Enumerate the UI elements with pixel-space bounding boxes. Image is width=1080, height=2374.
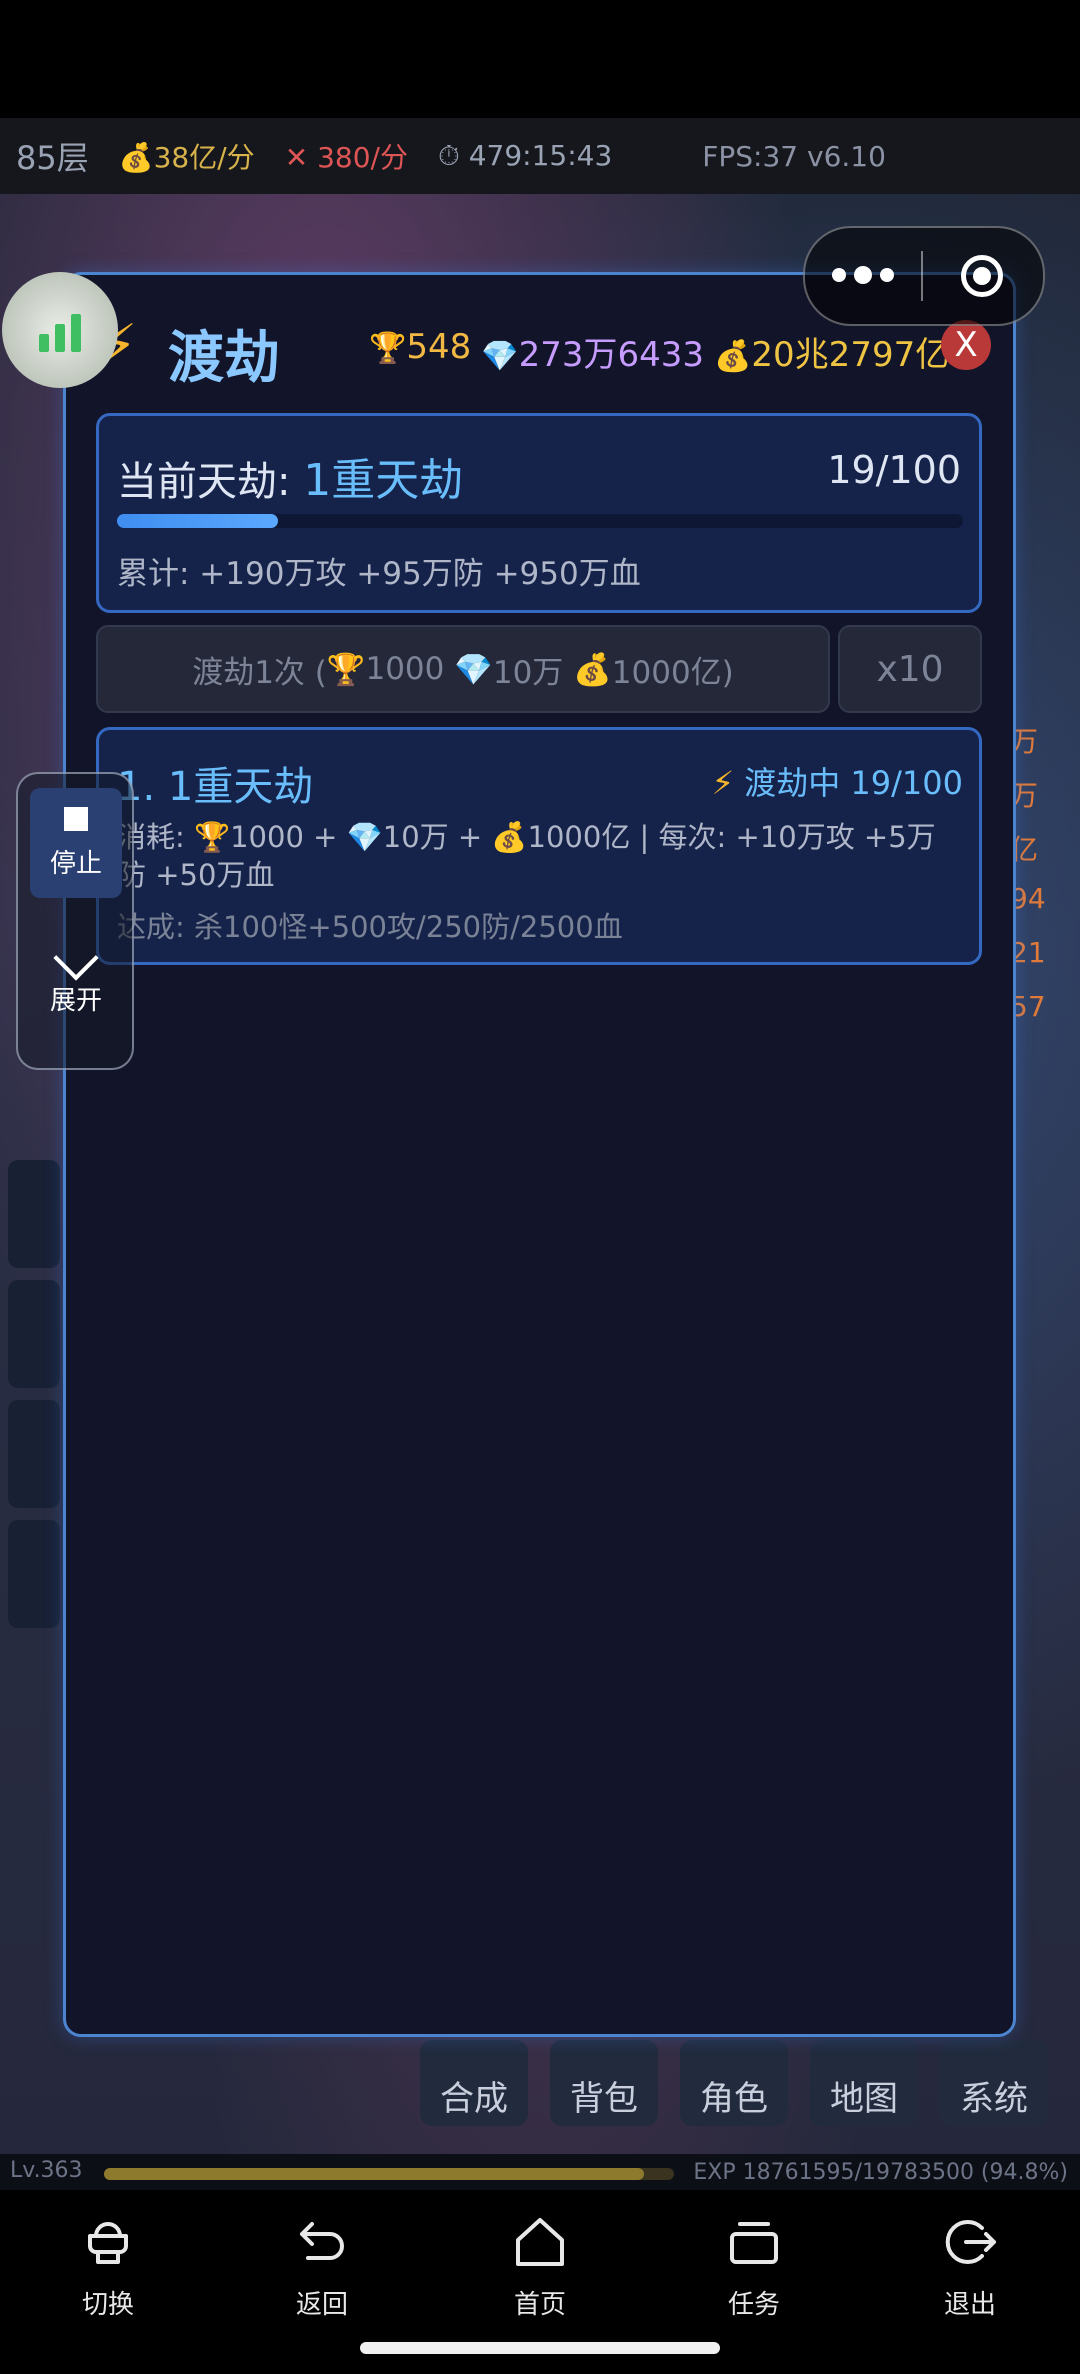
miniprogram-capsule <box>803 226 1045 326</box>
gem-icon: 💎 <box>346 820 383 854</box>
exp-bar: Lv.363 EXP 18761595/19783500 (94.8%) <box>0 2154 1080 2190</box>
tribulation-item[interactable]: 1. 1重天劫 ⚡ 渡劫中 19/100 消耗: 🏆1000 + 💎10万 + … <box>96 727 982 965</box>
home-icon <box>516 2218 564 2266</box>
current-tribulation-panel: 当前天劫: 1重天劫 19/100 累计: +190万攻 +95万防 +950万… <box>96 413 982 613</box>
gem-icon: 💎 <box>481 339 519 374</box>
money-bag-icon: 💰 <box>491 820 528 854</box>
menu-system-button[interactable]: 系统 <box>940 2040 1048 2126</box>
back-icon <box>300 2222 344 2260</box>
side-slot <box>8 1160 60 1268</box>
nav-back[interactable]: 返回 <box>262 2210 382 2321</box>
close-button[interactable]: X <box>941 320 991 370</box>
nav-label: 返回 <box>295 2290 348 2320</box>
progress-text: 19/100 <box>827 448 961 492</box>
gold-rate: 💰38亿/分 <box>118 141 255 174</box>
timer: ⏱ 479:15:43 <box>437 139 613 172</box>
accumulated-bonus: 累计: +190万攻 +95万防 +950万血 <box>117 556 641 592</box>
right-side-values: 万 万 亿 94 21 57 <box>1010 720 1080 1044</box>
performance-float-icon[interactable] <box>2 272 118 388</box>
stop-button[interactable]: 停止 <box>30 788 122 898</box>
progress-track <box>117 514 963 528</box>
left-side-panel <box>0 430 60 2030</box>
menu-synthesize-button[interactable]: 合成 <box>420 2040 528 2126</box>
exit-icon <box>945 2220 996 2264</box>
trophy-icon: 🏆 <box>326 651 366 688</box>
menu-map-button[interactable]: 地图 <box>810 2040 918 2126</box>
right-value: 57 <box>1010 990 1046 1023</box>
game-bottom-menu: 合成 背包 角色 地图 系统 <box>420 2040 1048 2126</box>
dialog-title: 渡劫 <box>168 326 280 391</box>
stop-label: 停止 <box>49 848 102 879</box>
item-status: ⚡ 渡劫中 19/100 <box>711 764 963 802</box>
close-miniprogram-icon[interactable] <box>923 255 1041 297</box>
menu-bag-button[interactable]: 背包 <box>550 2040 658 2126</box>
more-options-icon[interactable] <box>805 266 921 284</box>
side-slot <box>8 1520 60 1628</box>
exp-fill <box>104 2168 645 2180</box>
money-bag-icon: 💰 <box>573 651 612 688</box>
money-bag-icon: 💰 <box>714 339 752 374</box>
nav-label: 任务 <box>727 2290 780 2320</box>
tribulate-x10-button[interactable]: x10 <box>838 625 982 713</box>
gem-currency: 💎273万6433 <box>481 335 705 375</box>
progress-fill <box>117 514 278 528</box>
lightning-icon: ⚡ <box>711 764 735 802</box>
attack-rate: ✕ 380/分 <box>284 141 408 174</box>
fps-label: FPS:37 v6.10 <box>702 139 886 173</box>
exp-text: EXP 18761595/19783500 (94.8%) <box>693 2160 1068 2185</box>
right-value: 亿 <box>1010 833 1039 866</box>
floor-label: 85层 <box>16 139 89 177</box>
right-value: 万 <box>1010 779 1039 812</box>
expand-button[interactable]: 展开 <box>30 924 122 1044</box>
chevron-down-icon <box>53 934 99 981</box>
right-value: 94 <box>1010 882 1046 915</box>
item-requirement: 达成: 杀100怪+500攻/250防/2500血 <box>117 910 623 944</box>
trophy-icon: 🏆 <box>369 331 407 366</box>
stop-icon <box>64 806 88 831</box>
trophy-currency: 🏆548 <box>369 327 472 367</box>
nav-exit[interactable]: 退出 <box>910 2210 1030 2321</box>
side-slot <box>8 1280 60 1388</box>
right-value: 21 <box>1010 936 1046 969</box>
side-slot <box>8 1400 60 1508</box>
nav-switch[interactable]: 切换 <box>48 2210 168 2321</box>
currency-row: 🏆548 💎273万6433 💰20兆2797亿 <box>369 327 949 376</box>
game-status-bar: 85层 💰38亿/分 ✕ 380/分 ⏱ 479:15:43 FPS:37 v6… <box>0 118 1080 194</box>
trophy-icon: 🏆 <box>194 820 231 854</box>
nav-label: 退出 <box>943 2290 996 2320</box>
gem-icon: 💎 <box>454 651 493 688</box>
expand-label: 展开 <box>49 985 102 1016</box>
switch-icon <box>88 2222 128 2264</box>
menu-character-button[interactable]: 角色 <box>680 2040 788 2126</box>
money-currency: 💰20兆2797亿 <box>714 335 950 375</box>
nav-home[interactable]: 首页 <box>480 2210 600 2321</box>
nav-label: 首页 <box>513 2290 566 2320</box>
item-title: 1. 1重天劫 <box>117 764 314 810</box>
home-indicator[interactable] <box>360 2342 720 2354</box>
current-tribulation-label: 当前天劫: 1重天劫 <box>117 455 464 506</box>
tribulation-dialog: ⚡ 渡劫 🏆548 💎273万6433 💰20兆2797亿 X 当前天劫: 1重… <box>63 272 1016 2037</box>
auto-controls: 停止 展开 <box>16 772 134 1070</box>
right-value: 万 <box>1010 725 1039 758</box>
nav-tasks[interactable]: 任务 <box>694 2210 814 2321</box>
tasks-icon <box>730 2222 778 2264</box>
nav-label: 切换 <box>81 2290 134 2320</box>
item-cost: 消耗: 🏆1000 + 💎10万 + 💰1000亿 | 每次: +10万攻 +5… <box>117 820 936 892</box>
tribulate-once-button[interactable]: 渡劫1次 (🏆 1000 💎 10万 💰 1000亿) <box>96 625 830 713</box>
current-tribulation-value: 1重天劫 <box>303 455 464 506</box>
phone-navigation-bar: 切换 返回 首页 任务 退出 <box>0 2190 1080 2374</box>
level-label: Lv.363 <box>10 2158 83 2183</box>
exp-track <box>104 2168 674 2180</box>
